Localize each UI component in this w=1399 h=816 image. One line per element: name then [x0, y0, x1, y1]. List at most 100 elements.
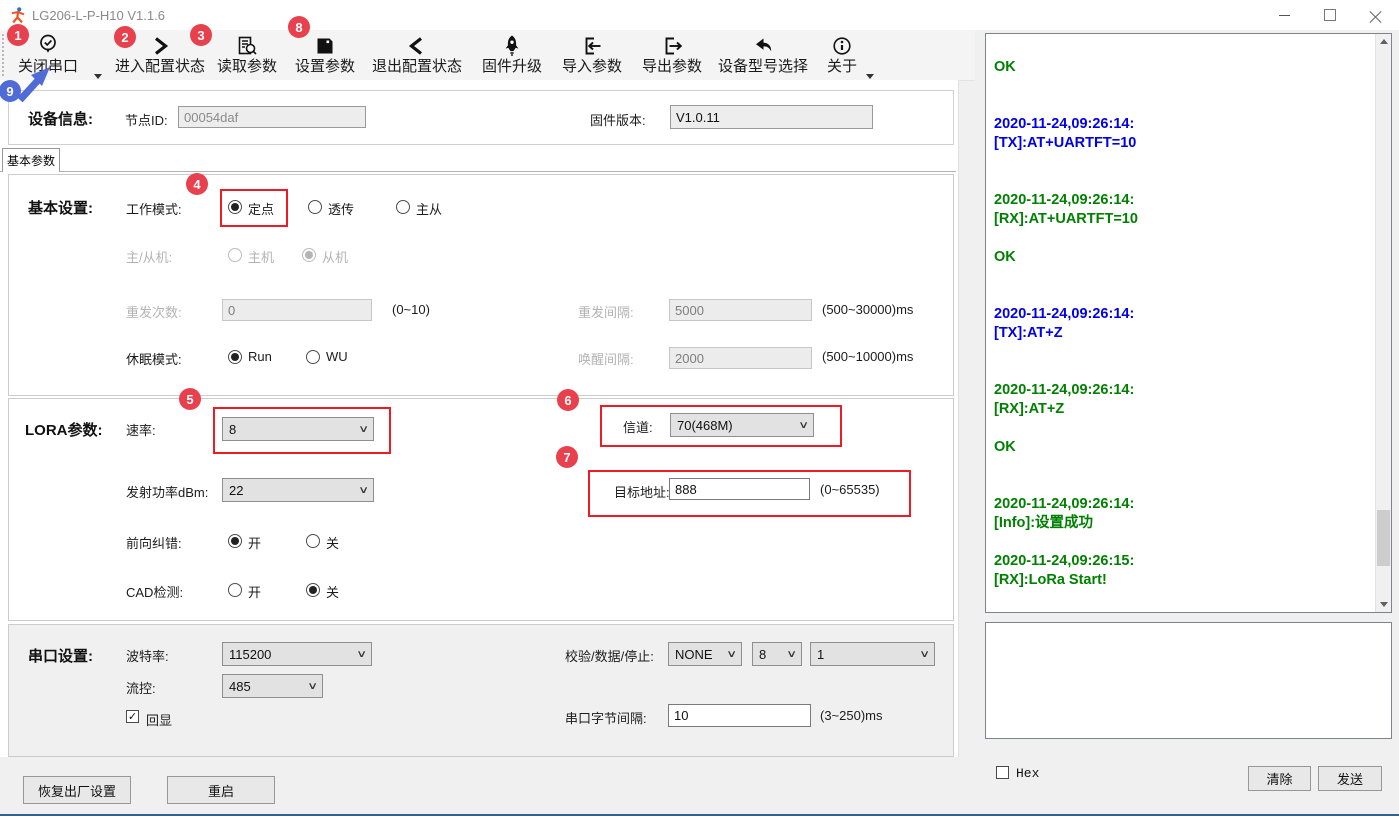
parity-label: 校验/数据/停止: [565, 646, 654, 665]
firmware-input[interactable] [670, 105, 873, 129]
byte-interval-range: (3~250)ms [820, 708, 883, 723]
work-mode-label: 工作模式: [126, 199, 182, 218]
stop-bits-dropdown[interactable]: 1 [810, 642, 935, 666]
radio-work-mode-fixed-label: 定点 [248, 199, 274, 218]
toolbar-button-firmware-upgrade[interactable]: 固件升级 [477, 32, 547, 78]
scroll-down-icon[interactable] [1376, 597, 1391, 612]
log-entry: 2020-11-24,09:26:14:[TX]:AT+UARTFT=10 [994, 115, 1364, 153]
log-entry: 2020-11-24,09:26:14:[RX]:AT+Z [994, 381, 1364, 419]
maximize-icon [1324, 9, 1336, 21]
basic-settings-title: 基本设置: [28, 197, 93, 218]
radio-work-mode-master-slave[interactable] [396, 200, 410, 214]
toolbar-button-import-params[interactable]: 导入参数 [557, 32, 627, 78]
rate-dropdown[interactable]: 8 [222, 417, 374, 441]
resend-interval-range: (500~30000)ms [822, 302, 913, 317]
rate-value: 8 [229, 422, 236, 437]
byte-interval-label: 串口字节间隔: [565, 708, 647, 727]
tx-power-label: 发射功率dBm: [126, 482, 208, 501]
radio-master [228, 248, 242, 262]
log-panel: OK 2020-11-24,09:26:14:[TX]:AT+UARTFT=10 2… [985, 33, 1392, 613]
toolbar-button-about[interactable]: 关于 [823, 32, 861, 78]
tx-power-dropdown[interactable]: 22 [222, 478, 374, 502]
radio-fec-off[interactable] [306, 534, 320, 548]
rocket-icon [477, 32, 547, 57]
toolbar-button-exit-config[interactable]: 退出配置状态 [365, 32, 469, 78]
config-panel-scrollbar[interactable] [958, 82, 975, 757]
stop-bits-value: 1 [817, 647, 824, 662]
cad-label: CAD检测: [126, 582, 183, 601]
flow-value: 485 [229, 679, 251, 694]
window-title: LG206-L-P-H10 V1.1.6 [32, 8, 165, 23]
log-scrollbar[interactable] [1375, 34, 1391, 612]
data-bits-dropdown[interactable]: 8 [752, 642, 802, 666]
toolbar-grip[interactable] [2, 34, 4, 76]
toolbar-label: 导出参数 [637, 57, 707, 77]
annotation-badge-4: 4 [186, 173, 208, 195]
resend-interval-input [669, 299, 812, 321]
minimize-button[interactable] [1261, 0, 1307, 30]
close-icon [1370, 9, 1382, 21]
target-addr-input[interactable] [669, 478, 810, 500]
radio-sleep-run[interactable] [228, 350, 242, 364]
node-id-input[interactable] [178, 106, 366, 128]
log-scrollbar-thumb[interactable] [1377, 510, 1390, 566]
annotation-badge-7: 7 [556, 446, 578, 468]
close-button[interactable] [1353, 0, 1399, 30]
wake-interval-input [669, 347, 812, 369]
lora-params-title: LORA参数: [25, 419, 103, 440]
toolbar-button-device-model[interactable]: 设备型号选择 [712, 32, 814, 78]
radio-cad-on[interactable] [228, 583, 242, 597]
toolbar-button-read-params[interactable]: 读取参数 [212, 32, 282, 78]
firmware-label: 固件版本: [590, 110, 646, 129]
log-entry: 2020-11-24,09:26:14:[TX]:AT+Z [994, 305, 1364, 343]
app-logo-icon [9, 6, 27, 24]
toolbar-label: 设备型号选择 [712, 57, 814, 77]
export-arrow-icon [637, 32, 707, 57]
toolbar-button-set-params[interactable]: 设置参数 [290, 32, 360, 78]
baud-value: 115200 [229, 647, 271, 662]
radio-cad-off-label: 关 [326, 582, 339, 601]
baud-dropdown[interactable]: 115200 [222, 642, 372, 666]
tab-label: 基本参数 [7, 152, 55, 169]
byte-interval-input[interactable] [668, 704, 811, 727]
channel-dropdown[interactable]: 70(468M) [670, 413, 814, 437]
toolbar-label: 固件升级 [477, 57, 547, 77]
wake-interval-label: 唤醒间隔: [578, 349, 634, 368]
scroll-up-icon[interactable] [1376, 34, 1391, 49]
clear-button[interactable]: 清除 [1248, 766, 1311, 791]
restart-button[interactable]: 重启 [167, 776, 275, 804]
flow-dropdown[interactable]: 485 [222, 674, 323, 698]
send-button[interactable]: 发送 [1318, 766, 1382, 791]
radio-work-mode-transparent[interactable] [308, 200, 322, 214]
data-bits-value: 8 [759, 647, 766, 662]
log-entry: 2020-11-24,09:26:14:[Info]:设置成功 [994, 495, 1364, 533]
about-dropdown-caret[interactable] [866, 74, 874, 79]
toolbar-label: 导入参数 [557, 57, 627, 77]
radio-work-mode-fixed[interactable] [228, 200, 242, 214]
log-entry: OK [994, 58, 1364, 77]
doc-magnifier-icon [212, 32, 282, 57]
minimize-icon [1279, 15, 1290, 16]
toolbar-label: 关于 [823, 57, 861, 77]
chevron-left-icon [365, 32, 469, 57]
echo-checkbox[interactable] [126, 710, 139, 723]
factory-reset-button[interactable]: 恢复出厂设置 [23, 776, 131, 804]
radio-cad-off[interactable] [306, 583, 320, 597]
send-input[interactable] [985, 622, 1392, 739]
hex-label: Hex [1016, 766, 1039, 781]
parity-dropdown[interactable]: NONE [668, 642, 742, 666]
annotation-badge-9: 9 [0, 80, 21, 102]
annotation-badge-2: 2 [114, 26, 136, 48]
tab-basic-params[interactable]: 基本参数 [2, 148, 60, 172]
radio-work-mode-transparent-label: 透传 [328, 199, 354, 218]
tab-content-divider [0, 171, 956, 172]
radio-sleep-wu[interactable] [306, 350, 320, 364]
port-dropdown-caret[interactable] [94, 74, 102, 79]
channel-label: 信道: [623, 417, 653, 436]
radio-fec-on[interactable] [228, 534, 242, 548]
hex-checkbox[interactable] [996, 766, 1009, 779]
toolbar-button-export-params[interactable]: 导出参数 [637, 32, 707, 78]
node-id-label: 节点ID: [125, 110, 168, 129]
maximize-button[interactable] [1307, 0, 1353, 30]
toolbar-label: 进入配置状态 [108, 57, 212, 77]
